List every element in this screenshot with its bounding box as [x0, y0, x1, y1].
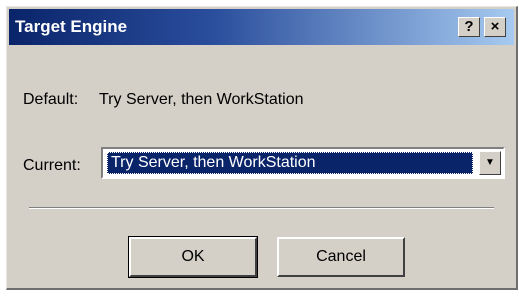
close-button[interactable]: × — [484, 17, 506, 37]
cancel-button[interactable]: Cancel — [277, 237, 405, 277]
ok-button[interactable]: OK — [128, 236, 258, 278]
help-button[interactable]: ? — [458, 17, 480, 37]
current-engine-selected-value[interactable]: Try Server, then WorkStation — [107, 152, 473, 174]
default-label: Default: — [23, 91, 79, 108]
current-engine-dropdown[interactable]: Try Server, then WorkStation ▼ — [101, 147, 505, 179]
separator — [29, 207, 494, 209]
chevron-down-icon[interactable]: ▼ — [479, 151, 501, 175]
default-value: Try Server, then WorkStation — [99, 91, 304, 108]
current-label: Current: — [23, 157, 81, 174]
target-engine-dialog: Target Engine ? × Default: Try Server, t… — [6, 6, 518, 290]
dialog-title: Target Engine — [15, 17, 128, 36]
title-bar[interactable]: Target Engine ? × — [9, 9, 514, 45]
